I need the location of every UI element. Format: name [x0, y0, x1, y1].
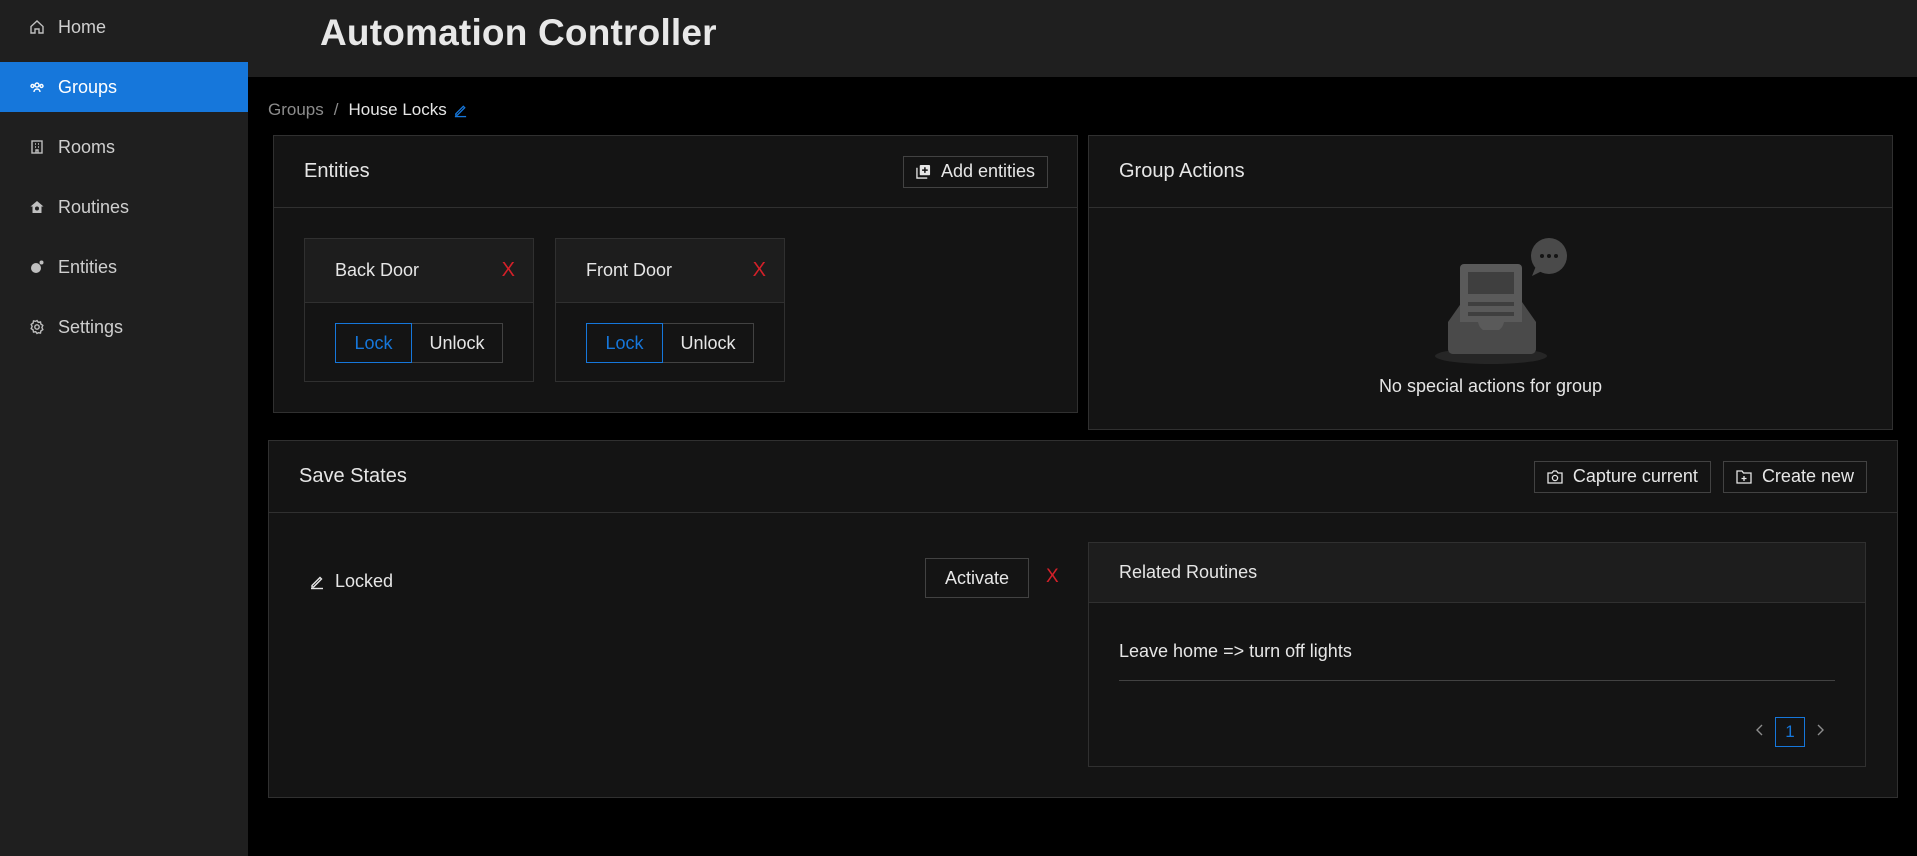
entity-card-header: Front Door X [556, 239, 784, 303]
sidebar: Home Groups Rooms Routines Entities Sett… [0, 0, 248, 856]
lock-button[interactable]: Lock [335, 323, 412, 363]
capture-current-label: Capture current [1572, 466, 1698, 486]
entities-card: Entities Add entities Back Door X Lock U… [273, 135, 1078, 413]
edit-icon[interactable] [453, 103, 468, 118]
sidebar-item-groups[interactable]: Groups [0, 62, 248, 112]
remove-entity-button[interactable]: X [753, 259, 766, 282]
sidebar-item-entities[interactable]: Entities [0, 242, 248, 292]
entity-name: Back Door [335, 260, 420, 280]
remove-state-button[interactable]: X [1046, 566, 1059, 588]
page-button[interactable]: 1 [1775, 717, 1805, 747]
lock-button[interactable]: Lock [586, 323, 663, 363]
save-states-header: Save States Capture current Create new [269, 441, 1897, 513]
group-actions-title: Group Actions [1119, 160, 1245, 182]
add-entities-label: Add entities [940, 161, 1035, 181]
home-icon [28, 18, 46, 36]
routine-label: Leave home => turn off lights [1119, 641, 1352, 661]
camera-icon [1547, 469, 1563, 484]
entity-card: Back Door X Lock Unlock [304, 238, 534, 382]
save-state-item: Locked [309, 571, 393, 592]
activate-button[interactable]: Activate [925, 558, 1030, 598]
create-new-label: Create new [1761, 466, 1854, 486]
sidebar-item-label: Routines [58, 196, 130, 217]
breadcrumb: Groups / House Locks [268, 100, 468, 120]
add-entities-button[interactable]: Add entities [902, 155, 1048, 188]
breadcrumb-current: House Locks [348, 100, 447, 119]
sidebar-item-routines[interactable]: Routines [0, 182, 248, 232]
save-states-title: Save States [299, 465, 407, 487]
breadcrumb-separator: / [333, 100, 339, 119]
groups-icon [28, 78, 46, 96]
capture-current-button[interactable]: Capture current [1533, 460, 1711, 493]
chevron-right-icon[interactable] [1815, 723, 1825, 742]
add-icon [916, 164, 931, 179]
lock-toggle-group: Lock Unlock [586, 323, 754, 363]
remove-entity-button[interactable]: X [502, 259, 515, 282]
save-states-card: Save States Capture current Create new L… [268, 440, 1898, 798]
group-actions-header: Group Actions [1089, 136, 1892, 208]
sidebar-item-label: Settings [58, 316, 124, 337]
chevron-left-icon[interactable] [1755, 723, 1765, 742]
entities-icon [28, 258, 46, 276]
entities-card-header: Entities Add entities [274, 136, 1077, 208]
sidebar-item-label: Groups [58, 76, 118, 97]
app-title: Automation Controller [320, 12, 717, 53]
entity-name: Front Door [586, 260, 673, 280]
sidebar-item-settings[interactable]: Settings [0, 302, 248, 352]
entities-title: Entities [304, 160, 370, 182]
sidebar-item-label: Home [58, 16, 107, 37]
breadcrumb-parent[interactable]: Groups [268, 100, 324, 120]
empty-inbox-icon [1434, 236, 1574, 371]
related-routines-panel: Related Routines Leave home => turn off … [1088, 542, 1866, 767]
sidebar-item-rooms[interactable]: Rooms [0, 122, 248, 172]
pagination: 1 [1755, 717, 1825, 747]
entity-card: Front Door X Lock Unlock [555, 238, 785, 382]
group-actions-card: Group Actions No special actions for gro… [1088, 135, 1893, 430]
unlock-button[interactable]: Unlock [663, 323, 754, 363]
sidebar-item-label: Rooms [58, 136, 116, 157]
edit-icon[interactable] [309, 574, 325, 590]
related-routines-header: Related Routines [1089, 543, 1865, 603]
entity-card-header: Back Door X [305, 239, 533, 303]
sidebar-item-label: Entities [58, 256, 118, 277]
routines-icon [28, 198, 46, 216]
save-states-actions: Capture current Create new [1533, 460, 1867, 493]
list-item[interactable]: Leave home => turn off lights [1119, 641, 1835, 681]
save-state-name: Locked [335, 571, 394, 591]
folder-add-icon [1736, 469, 1752, 484]
related-routines-title: Related Routines [1119, 562, 1258, 582]
gear-icon [28, 318, 46, 336]
unlock-button[interactable]: Unlock [412, 323, 503, 363]
rooms-icon [28, 138, 46, 156]
lock-toggle-group: Lock Unlock [335, 323, 503, 363]
empty-actions-text: No special actions for group [1378, 376, 1603, 396]
app-header: Automation Controller [248, 0, 1917, 77]
create-new-button[interactable]: Create new [1722, 460, 1867, 493]
sidebar-item-home[interactable]: Home [0, 2, 248, 52]
